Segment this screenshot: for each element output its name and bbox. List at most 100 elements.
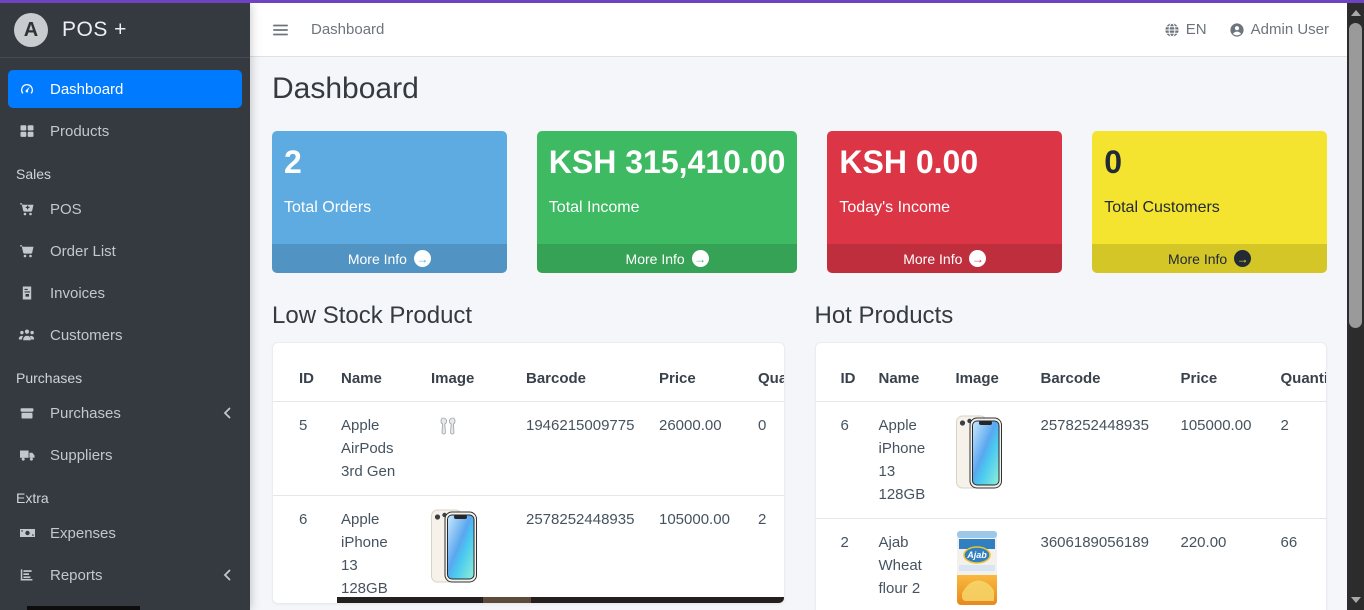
sidebar-item-dashboard[interactable]: Dashboard xyxy=(8,70,242,108)
cell-name: Apple iPhone 13 128GB xyxy=(329,496,419,605)
cell-barcode: 1946215009775 xyxy=(514,402,647,496)
table-row: 6 Apple iPhone 13 128GB 2578252448935 10… xyxy=(816,402,1328,519)
stat-value: 2 xyxy=(284,143,495,181)
low-stock-table: ID Name Image Barcode Price Quantity 5 xyxy=(273,343,785,604)
breadcrumb-dashboard-link[interactable]: Dashboard xyxy=(311,21,384,38)
sidebar-item-customers[interactable]: Customers xyxy=(8,316,242,354)
col-quantity: Quantity xyxy=(1269,343,1328,402)
sidebar-item-label: Purchases xyxy=(50,405,121,422)
chevron-left-icon xyxy=(222,569,232,581)
cell-barcode: 2578252448935 xyxy=(1029,402,1169,519)
sidebar-item-order-list[interactable]: Order List xyxy=(8,232,242,270)
hot-products-section: Hot Products ID Name Image Barcode Price… xyxy=(815,302,1328,610)
arrow-circle-right-icon: → xyxy=(969,250,986,267)
more-info-link[interactable]: More Info → xyxy=(827,244,1062,273)
table-header-row: ID Name Image Barcode Price Quantity xyxy=(816,343,1328,402)
cell-quantity: 66 xyxy=(1269,519,1328,610)
table-horizontal-scrollbar[interactable] xyxy=(337,597,785,603)
stat-card-total-customers: 0 Total Customers More Info → xyxy=(1092,131,1327,273)
sidebar-item-suppliers[interactable]: Suppliers xyxy=(8,436,242,474)
more-info-link[interactable]: More Info → xyxy=(537,244,798,273)
cell-price: 26000.00 xyxy=(647,402,746,496)
col-barcode: Barcode xyxy=(1029,343,1169,402)
low-stock-section: Low Stock Product ID Name Image Barcode … xyxy=(272,302,785,604)
sidebar-item-reports[interactable]: Reports xyxy=(8,556,242,594)
cell-id: 5 xyxy=(273,402,329,496)
col-quantity: Quantity xyxy=(746,343,785,402)
sidebar-section-extra: Extra xyxy=(8,478,242,514)
sidebar-nav: Dashboard Products Sales POS Order Li xyxy=(0,58,250,594)
cell-id: 2 xyxy=(816,519,867,610)
arrow-circle-right-icon: → xyxy=(1234,250,1251,267)
vertical-scrollbar-thumb[interactable] xyxy=(1349,23,1362,328)
language-selector[interactable]: EN xyxy=(1164,21,1207,38)
stat-label: Total Customers xyxy=(1104,199,1315,217)
more-info-link[interactable]: More Info → xyxy=(272,244,507,273)
grid-icon xyxy=(18,123,36,139)
col-name: Name xyxy=(329,343,419,402)
users-icon xyxy=(18,327,36,343)
brand-link[interactable]: A POS + xyxy=(0,3,250,58)
col-image: Image xyxy=(419,343,514,402)
scroll-up-arrow[interactable] xyxy=(1347,5,1364,21)
sidebar-section-purchases: Purchases xyxy=(8,358,242,394)
stat-card-total-income: KSH 315,410.00 Total Income More Info → xyxy=(537,131,798,273)
sidebar-item-label: Expenses xyxy=(50,525,116,542)
stat-card-todays-income: KSH 0.00 Today's Income More Info → xyxy=(827,131,1062,273)
box-icon xyxy=(18,405,36,421)
more-info-label: More Info xyxy=(626,251,685,267)
stat-label: Total Income xyxy=(549,199,786,217)
stat-value: KSH 0.00 xyxy=(839,143,1050,181)
sidebar-item-label: Reports xyxy=(50,567,103,584)
cell-price: 105000.00 xyxy=(647,496,746,605)
top-accent-bar xyxy=(0,0,1364,3)
more-info-label: More Info xyxy=(903,251,962,267)
cell-quantity: 0 xyxy=(746,402,785,496)
scroll-down-arrow[interactable] xyxy=(1347,592,1364,608)
app-window: A POS + Dashboard Products Sales xyxy=(0,0,1364,610)
file-invoice-icon xyxy=(18,285,36,301)
hot-products-card: ID Name Image Barcode Price Quantity 6 xyxy=(815,342,1328,610)
user-menu[interactable]: Admin User xyxy=(1229,21,1329,38)
col-price: Price xyxy=(1169,343,1269,402)
table-row: 2 Ajab Wheat flour 2 Ajab 3606189056189 … xyxy=(816,519,1328,610)
page-title: Dashboard xyxy=(272,72,1327,106)
sidebar-item-label: Products xyxy=(50,123,109,140)
iphone-13-image xyxy=(944,402,1029,519)
sidebar-item-pos[interactable]: POS xyxy=(8,190,242,228)
sidebar-item-label: Order List xyxy=(50,243,116,260)
sidebar-horizontal-scrollbar-thumb[interactable] xyxy=(27,606,140,610)
cell-quantity: 2 xyxy=(746,496,785,605)
chart-bars-icon xyxy=(18,567,36,583)
sidebar-item-invoices[interactable]: Invoices xyxy=(8,274,242,312)
cart-plus-icon xyxy=(18,201,36,217)
more-info-link[interactable]: More Info → xyxy=(1092,244,1327,273)
stat-label: Today's Income xyxy=(839,199,1050,217)
cell-name: Ajab Wheat flour 2 xyxy=(867,519,944,610)
col-barcode: Barcode xyxy=(514,343,647,402)
cell-quantity: 2 xyxy=(1269,402,1328,519)
cart-icon xyxy=(18,243,36,259)
ajab-flour-image: Ajab xyxy=(944,519,1029,610)
arrow-circle-right-icon: → xyxy=(692,250,709,267)
col-price: Price xyxy=(647,343,746,402)
content-area: Dashboard 2 Total Orders More Info → KSH… xyxy=(250,57,1347,610)
truck-icon xyxy=(18,447,36,463)
user-name: Admin User xyxy=(1251,21,1329,38)
col-id: ID xyxy=(273,343,329,402)
brand-title: POS + xyxy=(62,18,127,42)
top-navbar: Dashboard EN Admin User xyxy=(250,3,1347,57)
stat-value: KSH 315,410.00 xyxy=(549,143,786,181)
more-info-label: More Info xyxy=(1168,251,1227,267)
sidebar-item-expenses[interactable]: Expenses xyxy=(8,514,242,552)
sidebar-item-products[interactable]: Products xyxy=(8,112,242,150)
globe-icon xyxy=(1164,22,1180,38)
hot-products-title: Hot Products xyxy=(815,302,1328,330)
brand-logo: A xyxy=(14,13,48,47)
money-bill-icon xyxy=(18,525,36,541)
arrow-circle-right-icon: → xyxy=(414,250,431,267)
sidebar-item-purchases[interactable]: Purchases xyxy=(8,394,242,432)
table-row: 5 Apple AirPods 3rd Gen 1946215009775 26… xyxy=(273,402,785,496)
vertical-scrollbar[interactable] xyxy=(1347,3,1364,610)
hamburger-icon[interactable] xyxy=(272,22,289,38)
